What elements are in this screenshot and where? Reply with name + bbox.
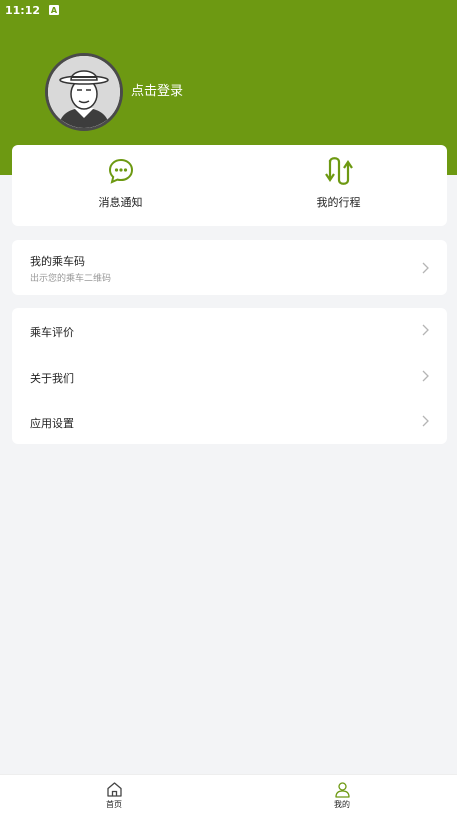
tab-mine-label: 我的 <box>334 800 350 809</box>
menu-card: 乘车评价 关于我们 应用设置 <box>12 308 447 444</box>
tab-home[interactable]: 首页 <box>84 775 144 813</box>
chevron-right-icon <box>422 370 429 382</box>
ride-code-title: 我的乘车码 <box>30 255 85 268</box>
tab-mine[interactable]: 我的 <box>312 775 372 813</box>
ride-code-card: 我的乘车码 出示您的乘车二维码 <box>12 240 447 295</box>
messages-label: 消息通知 <box>98 196 143 209</box>
messages-button[interactable]: 消息通知 <box>12 145 229 226</box>
my-trips-label: 我的行程 <box>316 196 361 209</box>
status-bar: 11:12 A <box>0 0 457 20</box>
menu-item-label: 应用设置 <box>30 417 74 430</box>
route-arrows-icon <box>324 157 353 185</box>
bottom-tab-bar: 首页 我的 <box>0 774 457 813</box>
menu-item-label: 乘车评价 <box>30 326 74 339</box>
menu-item-label: 关于我们 <box>30 372 74 385</box>
avatar[interactable] <box>45 53 123 131</box>
menu-item-about-us[interactable]: 关于我们 <box>12 353 447 399</box>
tab-home-label: 首页 <box>106 800 122 809</box>
quick-actions-card: 消息通知 我的行程 <box>12 145 447 226</box>
chevron-right-icon <box>422 415 429 427</box>
chevron-right-icon <box>422 324 429 336</box>
home-icon <box>106 782 122 797</box>
menu-item-ride-rating[interactable]: 乘车评价 <box>12 308 447 353</box>
chevron-right-icon <box>422 262 429 274</box>
ride-code-subtitle: 出示您的乘车二维码 <box>30 274 112 284</box>
login-link[interactable]: 点击登录 <box>131 80 183 99</box>
person-with-hat-avatar-icon <box>48 56 120 128</box>
menu-item-app-settings[interactable]: 应用设置 <box>12 399 447 444</box>
person-icon <box>334 782 350 798</box>
chat-bubble-icon <box>108 158 133 184</box>
status-indicator-icon: A <box>49 5 60 15</box>
status-time: 11:12 <box>5 3 41 17</box>
ride-code-row[interactable]: 我的乘车码 出示您的乘车二维码 <box>12 240 447 295</box>
my-trips-button[interactable]: 我的行程 <box>230 145 447 226</box>
